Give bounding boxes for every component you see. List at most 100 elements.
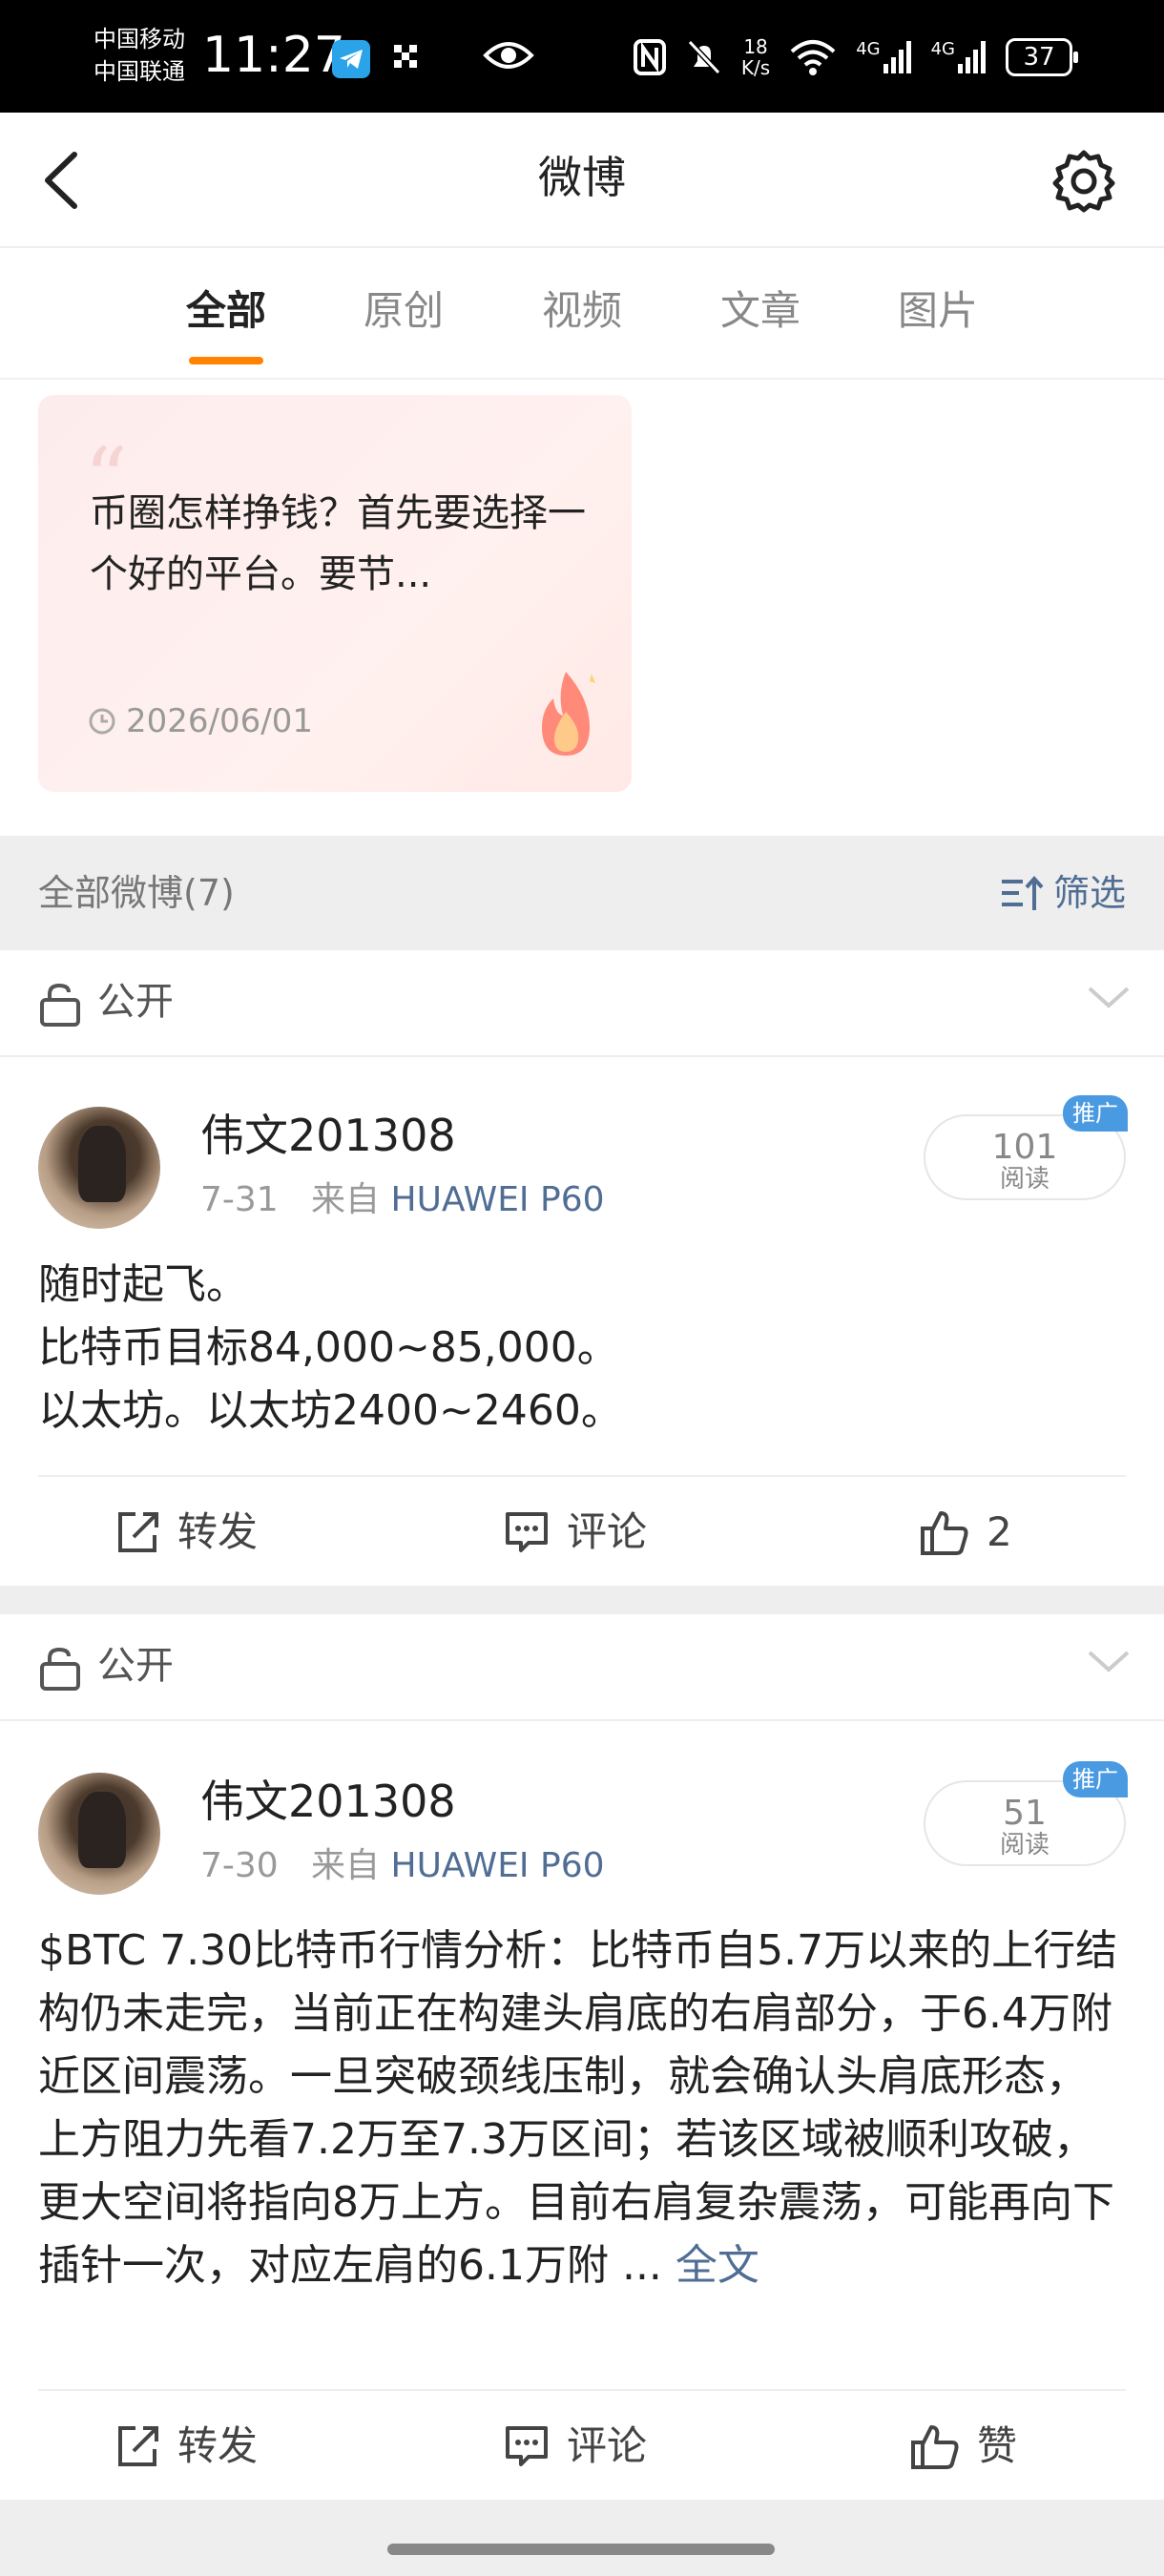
read-count: 101 — [991, 1128, 1058, 1167]
thumbs-up-icon — [911, 2425, 959, 2469]
unlock-icon — [40, 983, 80, 1027]
repost-icon — [118, 1512, 158, 1552]
carrier-1: 中国移动 — [94, 26, 185, 52]
status-bar: 中国移动 中国联通 11:27 18 K/s 4G 4G 37 — [0, 0, 1164, 113]
visibility-row[interactable]: 公开 — [0, 1614, 1164, 1721]
avatar[interactable] — [38, 1773, 160, 1895]
network-speed: 18 K/s — [741, 36, 770, 78]
eye-icon — [482, 36, 535, 78]
telegram-icon — [332, 40, 370, 78]
page-title: 微博 — [538, 152, 626, 203]
read-label: 阅读 — [999, 1165, 1050, 1194]
chevron-down-icon[interactable] — [1086, 983, 1132, 1011]
signal-bars-icon — [883, 41, 911, 73]
battery-indicator: 37 — [1006, 38, 1078, 76]
promote-tag[interactable]: 推广 — [1063, 1761, 1128, 1797]
tab-all[interactable]: 全部 — [164, 284, 288, 338]
read-more-link[interactable]: 全文 — [676, 2241, 759, 2290]
comment-label: 评论 — [567, 1508, 648, 1555]
repost-label: 转发 — [177, 2422, 259, 2469]
chevron-down-icon[interactable] — [1086, 1647, 1132, 1675]
filter-label: 筛选 — [1052, 872, 1126, 914]
source-prefix: 来自 — [311, 1846, 381, 1885]
speed-value: 18 — [743, 35, 768, 58]
post-line: 比特币目标84,000~85,000。 — [38, 1323, 619, 1372]
post-meta: 7-30 来自 HUAWEI P60 — [200, 1843, 605, 1889]
signal-2: 4G — [931, 41, 987, 73]
username[interactable]: 伟文201308 — [200, 1107, 456, 1164]
wifi-icon — [790, 40, 836, 75]
comment-button[interactable]: 评论 — [504, 2418, 647, 2475]
signal-bars-icon — [958, 41, 986, 73]
pinned-post-card[interactable]: “ 币圈怎样挣钱？首先要选择一个好的平台。要节... 2026/06/01 — [38, 395, 632, 792]
filter-button[interactable]: 筛选 — [1000, 866, 1126, 920]
comment-label: 评论 — [567, 2422, 648, 2469]
tab-video[interactable]: 视频 — [520, 284, 644, 338]
post-divider — [0, 1586, 1164, 1614]
post-meta: 7-31 来自 HUAWEI P60 — [200, 1177, 605, 1223]
like-button[interactable]: 赞 — [910, 2418, 1017, 2475]
filter-icon — [1001, 875, 1044, 910]
tab-article[interactable]: 文章 — [698, 284, 822, 338]
read-label: 阅读 — [999, 1831, 1050, 1859]
network-type-2: 4G — [930, 39, 955, 59]
post-source[interactable]: HUAWEI P60 — [391, 1180, 605, 1219]
network-type-1: 4G — [856, 39, 881, 59]
read-count-badge[interactable]: 51 阅读 推广 — [924, 1761, 1128, 1866]
visibility-label: 公开 — [97, 1644, 174, 1688]
source-prefix: 来自 — [311, 1180, 381, 1219]
post-divider — [0, 2500, 1164, 2576]
read-count-badge[interactable]: 101 阅读 推广 — [924, 1095, 1128, 1200]
status-icons: 18 K/s 4G 4G 37 — [633, 29, 1078, 86]
gear-icon[interactable] — [1051, 149, 1116, 214]
visibility-label: 公开 — [97, 980, 174, 1024]
repost-button[interactable]: 转发 — [116, 2418, 258, 2475]
like-button[interactable]: 2 — [920, 1504, 1012, 1561]
comment-button[interactable]: 评论 — [504, 1504, 647, 1561]
post-card: 伟文201308 7-30 来自 HUAWEI P60 51 阅读 推广 $BT… — [0, 1723, 1164, 2498]
post-date: 7-31 — [200, 1180, 279, 1219]
speed-unit: K/s — [740, 56, 771, 79]
carrier-2: 中国联通 — [94, 58, 185, 85]
tab-original[interactable]: 原创 — [342, 284, 466, 338]
content-tabs: 全部 原创 视频 文章 图片 — [0, 248, 1164, 380]
thumbs-up-icon — [921, 1511, 968, 1555]
post-text[interactable]: 随时起飞。 比特币目标84,000~85,000。 以太坊。以太坊2400~24… — [38, 1254, 1126, 1443]
signal-1: 4G — [856, 41, 911, 73]
like-count: 2 — [987, 1508, 1012, 1555]
active-tab-indicator — [189, 357, 263, 364]
repost-button[interactable]: 转发 — [116, 1504, 258, 1561]
carrier-labels: 中国移动 中国联通 — [94, 23, 185, 88]
promote-tag[interactable]: 推广 — [1063, 1095, 1128, 1132]
mute-bell-icon — [687, 39, 721, 75]
clock-icon — [89, 708, 115, 735]
visibility-row[interactable]: 公开 — [0, 950, 1164, 1057]
post-line: 随时起飞。 — [38, 1260, 248, 1309]
home-indicator[interactable] — [387, 2544, 775, 2555]
post-text[interactable]: $BTC 7.30比特币行情分析：比特币自5.7万以来的上行结构仍未走完，当前正… — [38, 1920, 1126, 2297]
app-notification-icon — [391, 42, 420, 74]
post-date: 7-30 — [200, 1846, 279, 1885]
pinned-post-text: 币圈怎样挣钱？首先要选择一个好的平台。要节... — [90, 491, 586, 596]
unlock-icon — [40, 1647, 80, 1691]
like-label: 赞 — [977, 2422, 1018, 2469]
nfc-icon — [633, 39, 666, 75]
avatar-figure — [78, 1126, 126, 1202]
avatar-figure — [78, 1792, 126, 1868]
comment-icon — [506, 2426, 548, 2466]
repost-label: 转发 — [177, 1508, 259, 1555]
post-card: 伟文201308 7-31 来自 HUAWEI P60 101 阅读 推广 随时… — [0, 1059, 1164, 1586]
post-body-text: $BTC 7.30比特币行情分析：比特币自5.7万以来的上行结构仍未走完，当前正… — [38, 1926, 1118, 2290]
avatar[interactable] — [38, 1107, 160, 1229]
post-action-bar: 转发 评论 赞 — [38, 2389, 1126, 2500]
post-count-label: 全部微博(7) — [38, 872, 235, 914]
pinned-post-date-row: 2026/06/01 — [88, 702, 313, 740]
username[interactable]: 伟文201308 — [200, 1773, 456, 1830]
post-line: 以太坊。以太坊2400~2460。 — [38, 1386, 623, 1435]
clock: 11:27 — [202, 27, 345, 84]
read-count: 51 — [1003, 1794, 1047, 1833]
flame-icon — [542, 672, 595, 756]
repost-icon — [118, 2426, 158, 2466]
tab-image[interactable]: 图片 — [876, 284, 1000, 338]
post-source[interactable]: HUAWEI P60 — [391, 1846, 605, 1885]
